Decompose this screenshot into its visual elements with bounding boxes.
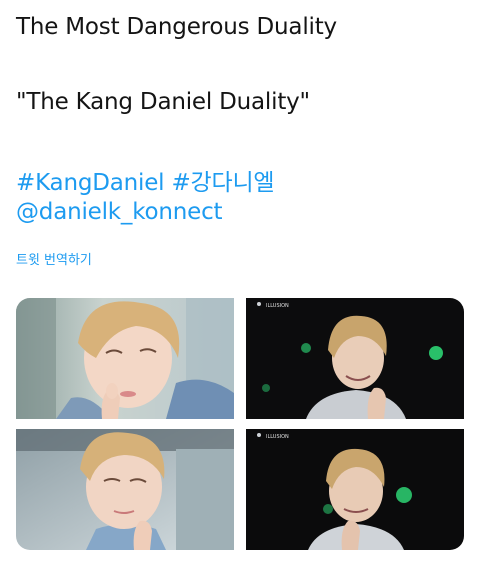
photo-1[interactable]: [16, 298, 234, 419]
stage-logo-mark: [257, 302, 261, 306]
photo-4[interactable]: ILLUSION: [246, 429, 464, 550]
hashtag-line: #KangDaniel #강다니엘: [16, 163, 275, 197]
photo-4-image: ILLUSION: [246, 429, 464, 550]
stage-caption-2: ILLUSION: [266, 434, 289, 440]
stage-logo-mark: [257, 433, 261, 437]
stage-caption-1: ILLUSION: [266, 303, 289, 309]
photo-2-image: ILLUSION: [246, 298, 464, 419]
photo-2[interactable]: ILLUSION: [246, 298, 464, 419]
hashtag-kangdaniel[interactable]: #KangDaniel: [16, 170, 165, 196]
tweet-text-quote: "The Kang Daniel Duality": [16, 89, 310, 115]
tweet-text-title: The Most Dangerous Duality: [16, 14, 337, 40]
mention-link[interactable]: @danielk_konnect: [16, 199, 223, 225]
hashtag-kangdaniel-korean[interactable]: #강다니엘: [171, 170, 274, 196]
photo-1-image: [16, 298, 234, 419]
photo-3-image: [16, 429, 234, 550]
translate-tweet-link[interactable]: 트윗 번역하기: [16, 249, 92, 268]
media-grid: ILLUSION ILLUSION: [16, 298, 464, 550]
photo-3[interactable]: [16, 429, 234, 550]
